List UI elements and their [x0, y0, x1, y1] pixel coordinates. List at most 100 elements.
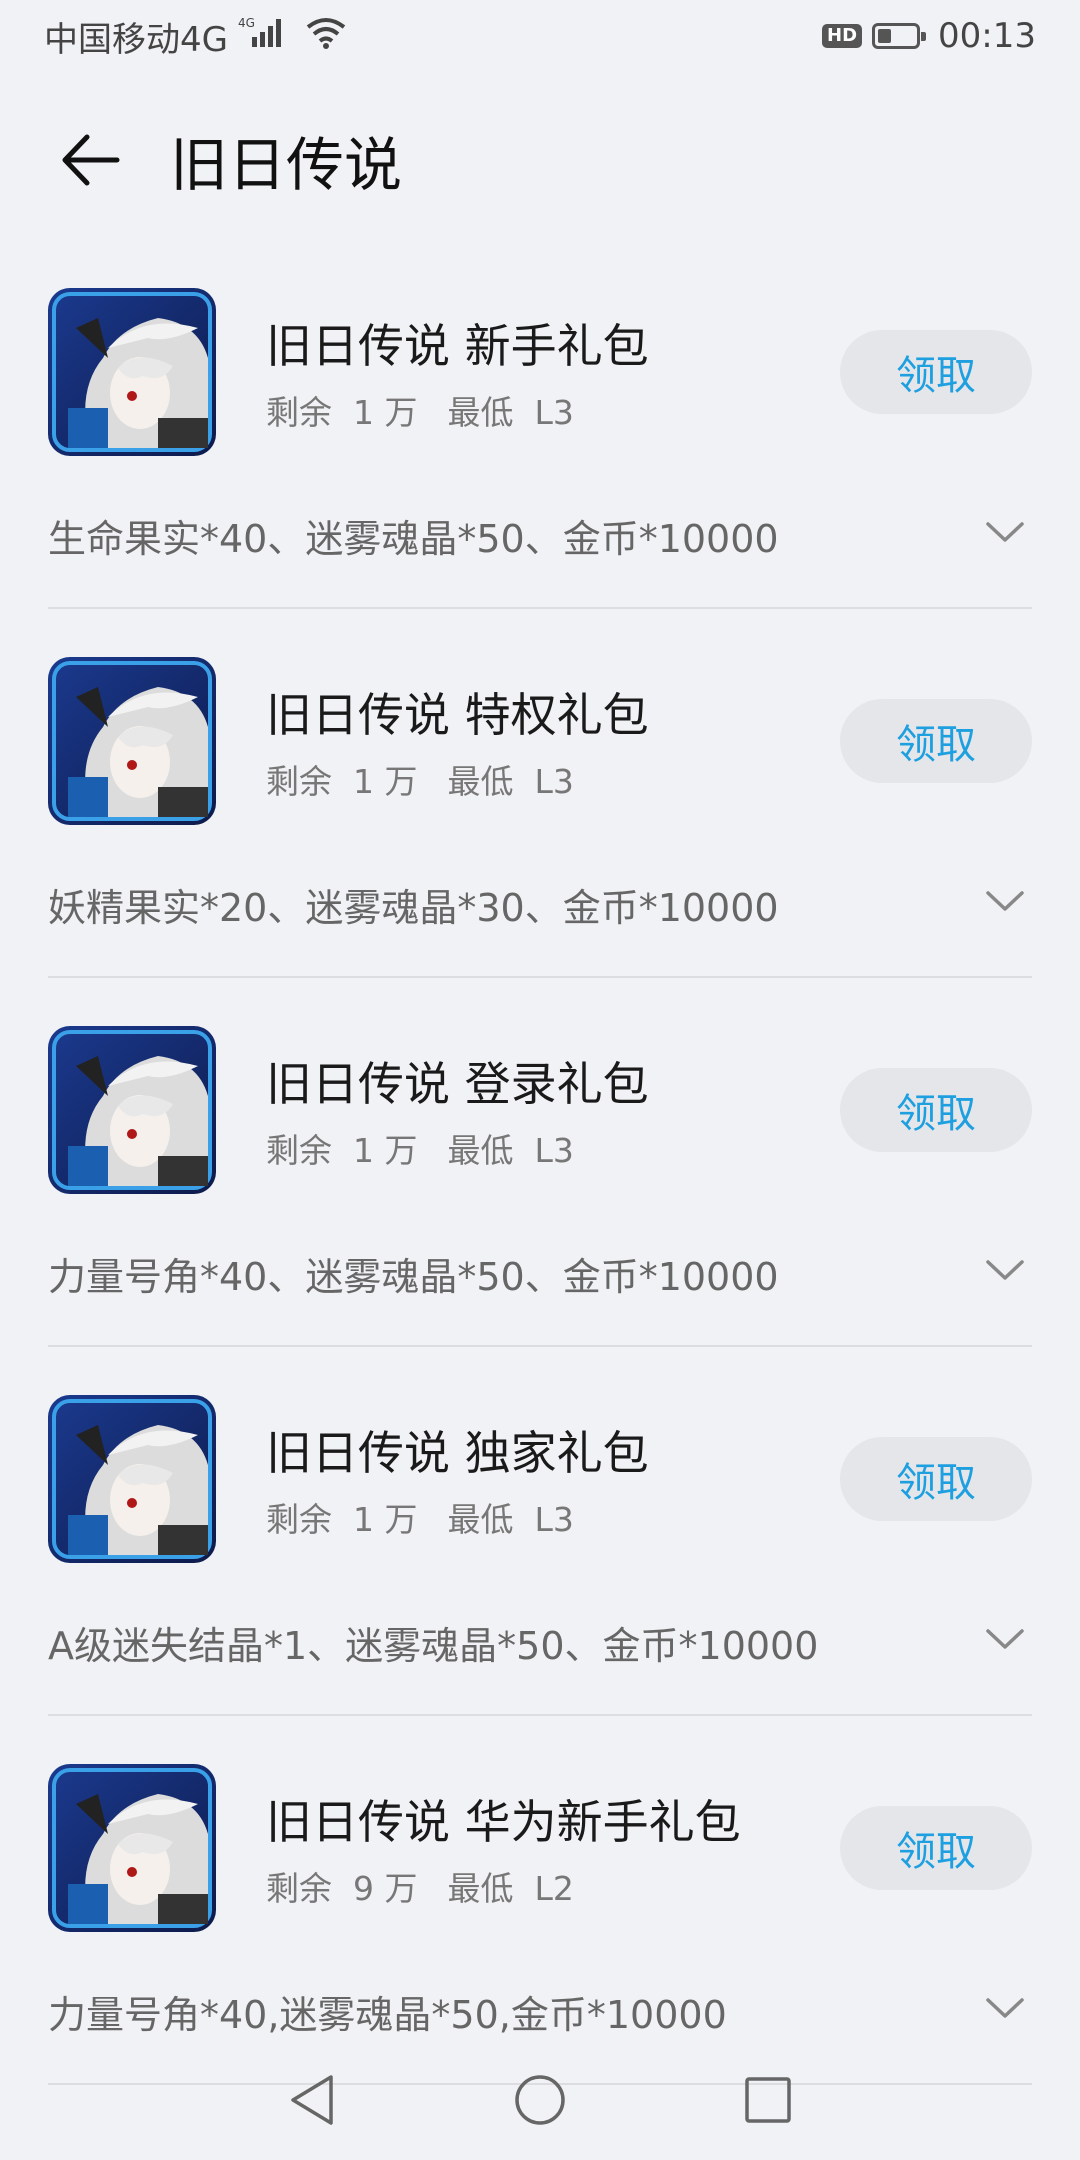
- clock: 00:13: [938, 16, 1036, 56]
- gift-name: 旧日传说 独家礼包: [266, 1426, 649, 1480]
- gift-item-header: 旧日传说 华为新手礼包 剩余 9 万 最低 L2 领取: [48, 1764, 1032, 1932]
- page-title: 旧日传说: [170, 131, 403, 199]
- min-level-info: 最低 L3: [447, 755, 573, 803]
- chevron-down-icon: [986, 1260, 1024, 1280]
- gift-contents: A级迷失结晶*1、迷雾魂晶*50、金币*10000: [48, 1624, 819, 1668]
- gift-item-header: 旧日传说 独家礼包 剩余 1 万 最低 L3 领取: [48, 1395, 1032, 1563]
- remaining-info: 剩余 1 万: [266, 1124, 417, 1172]
- remaining-info: 剩余 1 万: [266, 755, 417, 803]
- min-level-label: 最低: [447, 1131, 514, 1170]
- claim-button[interactable]: 领取: [840, 1806, 1032, 1890]
- expand-button[interactable]: [984, 510, 1026, 552]
- signal-icon: 4G: [238, 15, 294, 58]
- claim-button[interactable]: 领取: [840, 699, 1032, 783]
- chevron-down-icon: [986, 891, 1024, 911]
- square-recents-icon: [745, 2077, 791, 2123]
- expand-button[interactable]: [984, 1248, 1026, 1290]
- game-icon: [48, 657, 216, 825]
- remaining-info: 剩余 9 万: [266, 1862, 417, 1910]
- expand-button[interactable]: [984, 1986, 1026, 2028]
- claim-button[interactable]: 领取: [840, 1068, 1032, 1152]
- chevron-down-icon: [986, 1998, 1024, 2018]
- triangle-back-icon: [291, 2075, 333, 2125]
- remaining-count: 9 万: [352, 1869, 418, 1908]
- min-level-label: 最低: [447, 762, 514, 801]
- app-header: 旧日传说: [0, 110, 1080, 210]
- remaining-label: 剩余: [266, 1869, 332, 1908]
- gift-contents: 生命果实*40、迷雾魂晶*50、金币*10000: [48, 517, 779, 561]
- system-nav-bar: [0, 2040, 1080, 2160]
- min-level-label: 最低: [447, 393, 514, 432]
- gift-meta: 剩余 1 万 最低 L3: [266, 1493, 574, 1541]
- arrow-left-icon: [62, 134, 120, 186]
- chevron-down-icon: [986, 1629, 1024, 1649]
- back-button[interactable]: [40, 110, 140, 210]
- game-icon: [48, 1026, 216, 1194]
- status-right: HD 00:13: [822, 16, 1036, 56]
- status-bar: 中国移动4G 4G HD 00:13: [0, 0, 1080, 72]
- claim-button[interactable]: 领取: [840, 330, 1032, 414]
- remaining-count: 1 万: [352, 762, 418, 801]
- gift-meta: 剩余 1 万 最低 L3: [266, 1124, 574, 1172]
- nav-home-button[interactable]: [510, 2070, 570, 2130]
- remaining-label: 剩余: [266, 1500, 332, 1539]
- game-icon: [48, 1395, 216, 1563]
- remaining-count: 1 万: [352, 1131, 418, 1170]
- gift-item-header: 旧日传说 登录礼包 剩余 1 万 最低 L3 领取: [48, 1026, 1032, 1194]
- gift-meta: 剩余 1 万 最低 L3: [266, 755, 574, 803]
- carrier-label: 中国移动4G: [44, 19, 228, 60]
- remaining-label: 剩余: [266, 1131, 332, 1170]
- gift-name: 旧日传说 登录礼包: [266, 1057, 649, 1111]
- remaining-count: 1 万: [352, 1500, 418, 1539]
- min-level-label: 最低: [447, 1869, 514, 1908]
- network-type-label: 4G: [238, 16, 255, 30]
- gift-list: 旧日传说 新手礼包 剩余 1 万 最低 L3 领取 生命果实*40、迷雾魂晶*5…: [48, 262, 1032, 2107]
- min-level-info: 最低 L3: [447, 386, 573, 434]
- claim-button[interactable]: 领取: [840, 1437, 1032, 1521]
- circle-home-icon: [515, 2075, 565, 2125]
- gift-meta: 剩余 1 万 最低 L3: [266, 386, 574, 434]
- min-level-info: 最低 L3: [447, 1493, 573, 1541]
- gift-name: 旧日传说 特权礼包: [266, 688, 649, 742]
- min-level-value: L2: [534, 1869, 574, 1908]
- remaining-count: 1 万: [352, 393, 418, 432]
- divider: [48, 976, 1032, 978]
- status-left: 中国移动4G 4G: [44, 12, 348, 61]
- expand-button[interactable]: [984, 879, 1026, 921]
- min-level-label: 最低: [447, 1500, 514, 1539]
- min-level-value: L3: [534, 762, 574, 801]
- gift-item-header: 旧日传说 新手礼包 剩余 1 万 最低 L3 领取: [48, 288, 1032, 456]
- nav-recents-button[interactable]: [738, 2070, 798, 2130]
- gift-meta: 剩余 9 万 最低 L2: [266, 1862, 574, 1910]
- gift-item-4: 旧日传说 独家礼包 剩余 1 万 最低 L3 领取 A级迷失结晶*1、迷雾魂晶*…: [48, 1369, 1032, 1738]
- remaining-label: 剩余: [266, 393, 332, 432]
- remaining-label: 剩余: [266, 762, 332, 801]
- remaining-info: 剩余 1 万: [266, 386, 417, 434]
- min-level-info: 最低 L3: [447, 1124, 573, 1172]
- divider: [48, 1714, 1032, 1716]
- min-level-value: L3: [534, 393, 574, 432]
- gift-contents: 力量号角*40、迷雾魂晶*50、金币*10000: [48, 1255, 779, 1299]
- min-level-info: 最低 L2: [447, 1862, 573, 1910]
- game-icon: [48, 288, 216, 456]
- wifi-icon: [304, 15, 348, 58]
- min-level-value: L3: [534, 1131, 574, 1170]
- divider: [48, 607, 1032, 609]
- gift-contents: 力量号角*40,迷雾魂晶*50,金币*10000: [48, 1993, 727, 2037]
- nav-back-button[interactable]: [282, 2070, 342, 2130]
- gift-name: 旧日传说 新手礼包: [266, 319, 649, 373]
- gift-item-header: 旧日传说 特权礼包 剩余 1 万 最低 L3 领取: [48, 657, 1032, 825]
- chevron-down-icon: [986, 522, 1024, 542]
- game-icon: [48, 1764, 216, 1932]
- gift-item-2: 旧日传说 特权礼包 剩余 1 万 最低 L3 领取 妖精果实*20、迷雾魂晶*3…: [48, 631, 1032, 1000]
- gift-item-1: 旧日传说 新手礼包 剩余 1 万 最低 L3 领取 生命果实*40、迷雾魂晶*5…: [48, 262, 1032, 631]
- gift-contents: 妖精果实*20、迷雾魂晶*30、金币*10000: [48, 886, 779, 930]
- battery-icon: [872, 23, 927, 49]
- min-level-value: L3: [534, 1500, 574, 1539]
- gift-name: 旧日传说 华为新手礼包: [266, 1795, 741, 1849]
- remaining-info: 剩余 1 万: [266, 1493, 417, 1541]
- expand-button[interactable]: [984, 1617, 1026, 1659]
- hd-badge: HD: [822, 24, 863, 48]
- gift-item-3: 旧日传说 登录礼包 剩余 1 万 最低 L3 领取 力量号角*40、迷雾魂晶*5…: [48, 1000, 1032, 1369]
- divider: [48, 1345, 1032, 1347]
